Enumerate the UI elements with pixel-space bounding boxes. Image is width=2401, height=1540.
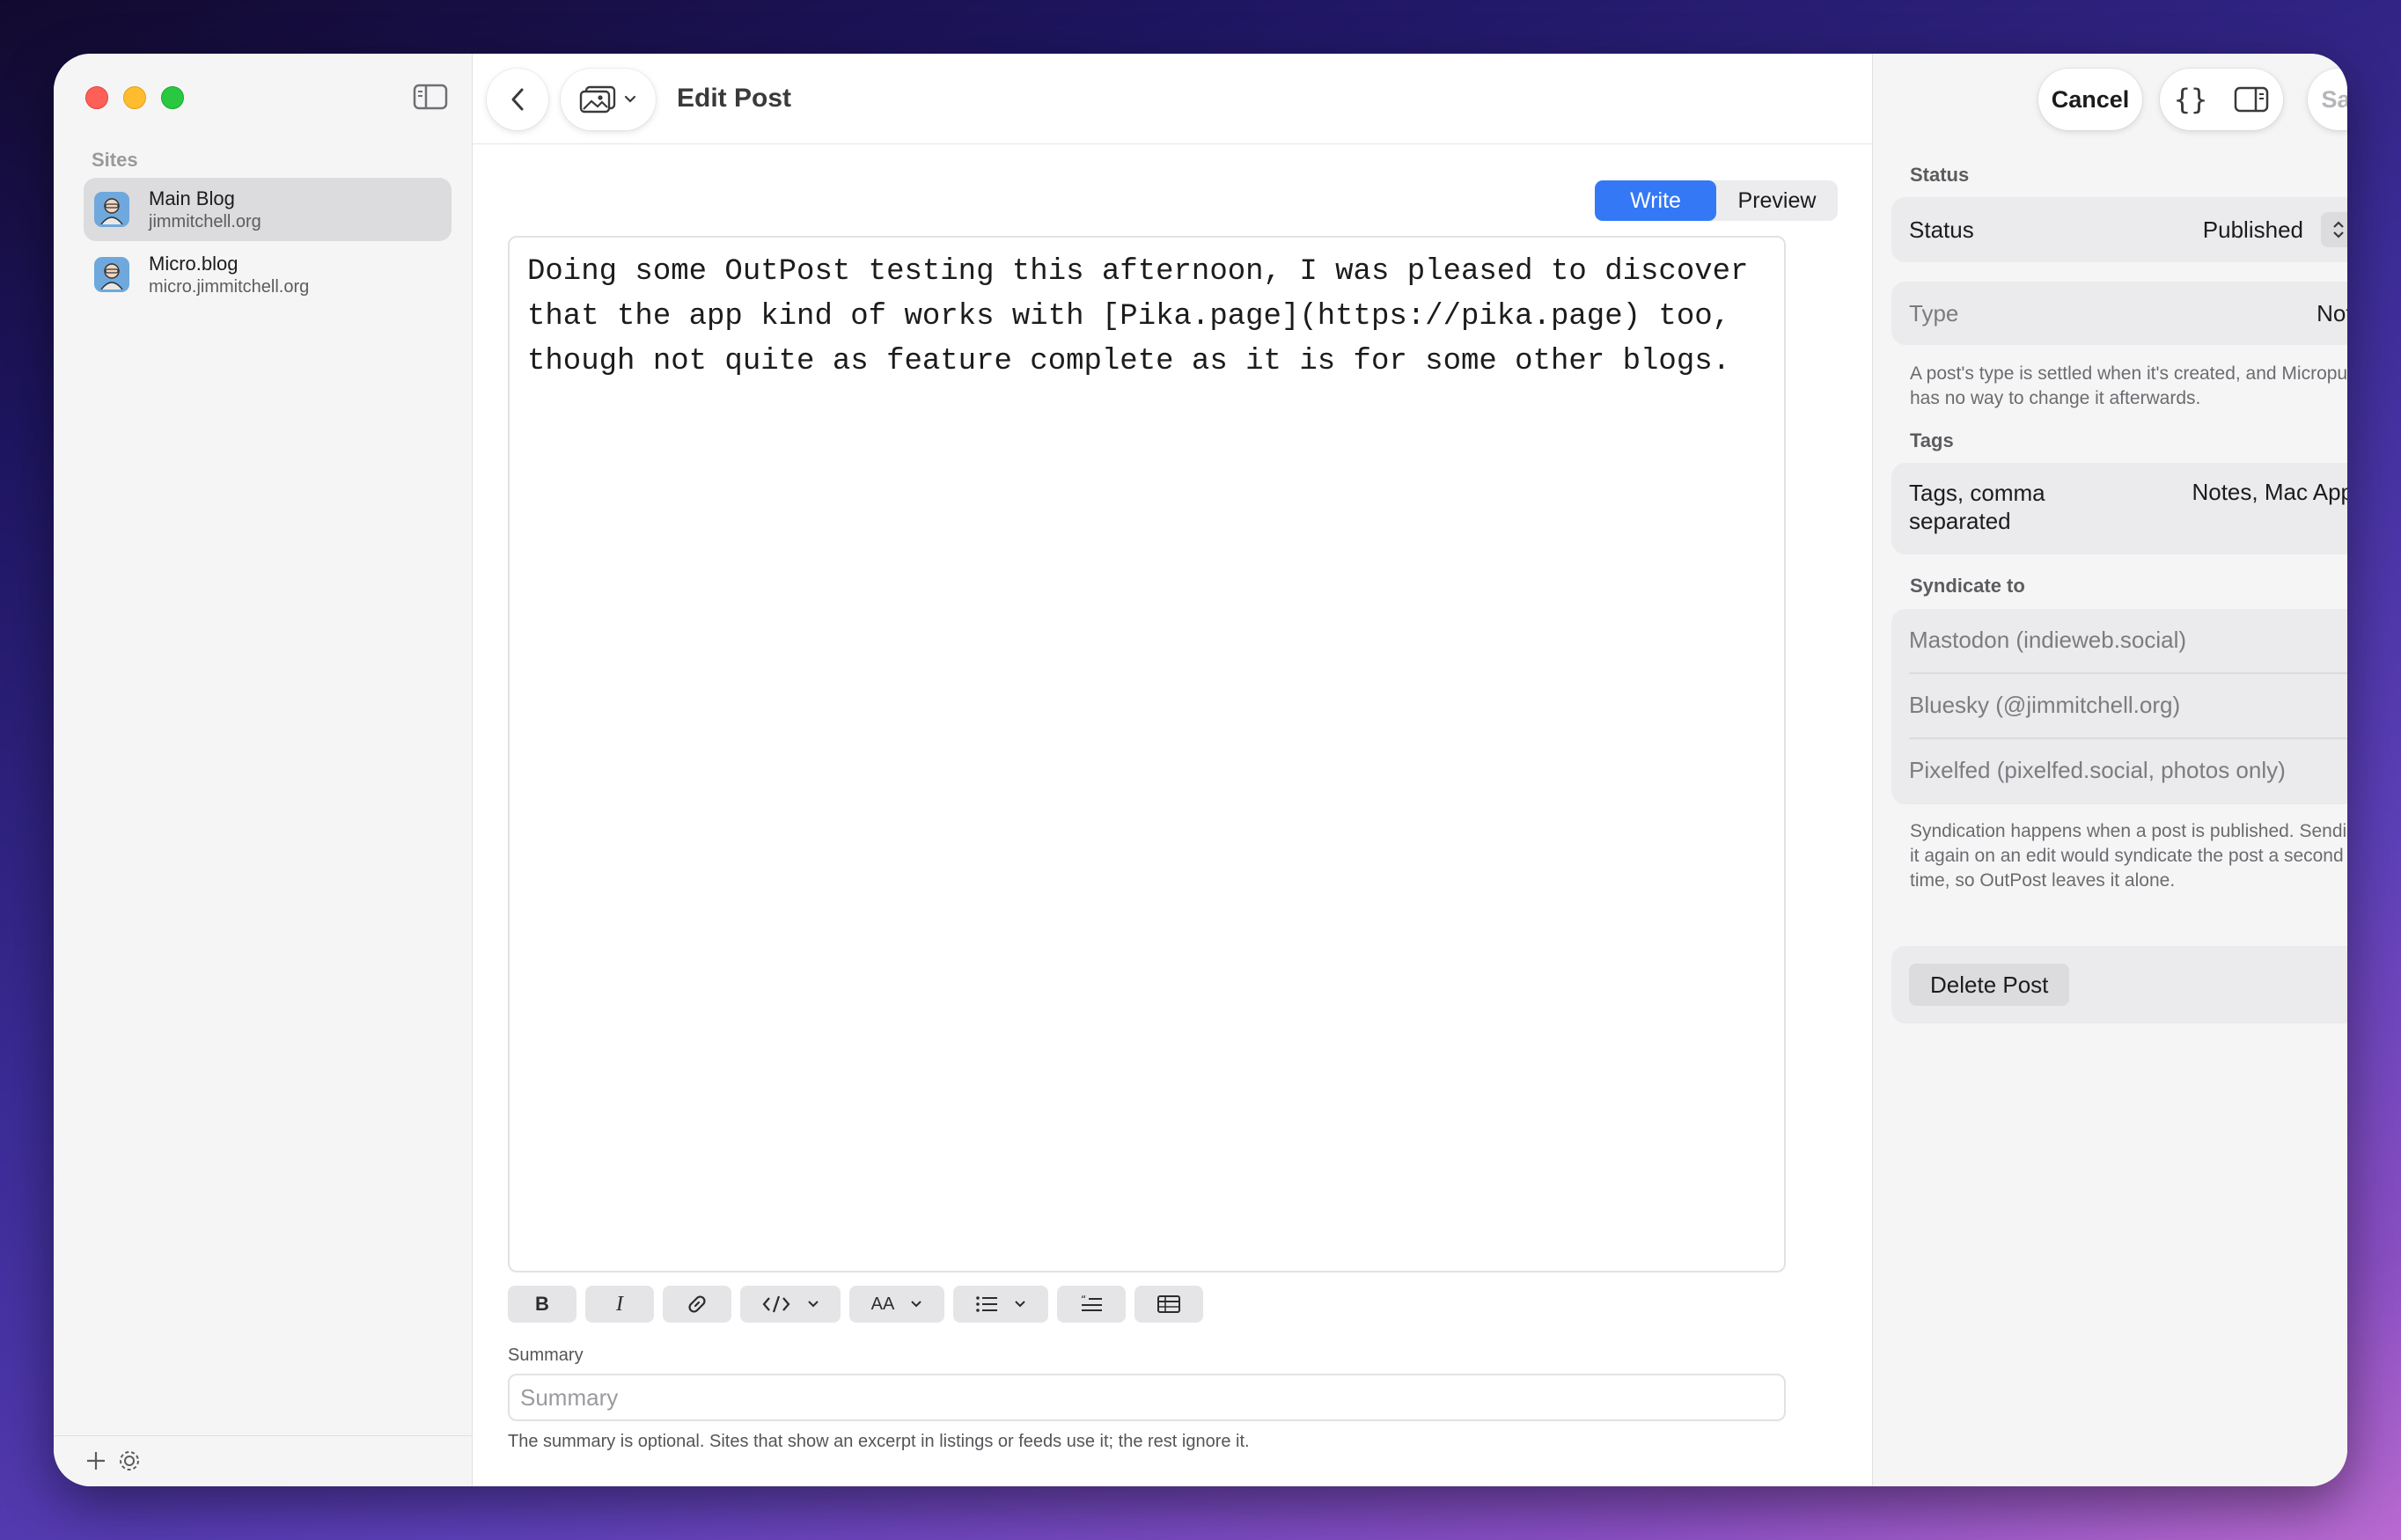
format-bar: B I AA “ <box>508 1286 1203 1323</box>
list-menu-button[interactable] <box>953 1286 1048 1323</box>
link-icon <box>688 1295 706 1313</box>
site-url: micro.jimmitchell.org <box>149 276 310 297</box>
minimize-window-button[interactable] <box>123 86 146 109</box>
up-down-chevron-icon[interactable] <box>2321 212 2347 247</box>
chevron-down-icon <box>1015 1301 1025 1308</box>
blockquote-icon: “ <box>1081 1294 1102 1311</box>
close-window-button[interactable] <box>85 86 108 109</box>
gear-icon[interactable] <box>117 1448 142 1473</box>
sidebar-toggle-icon[interactable] <box>413 83 448 111</box>
list-icon <box>976 1296 997 1312</box>
code-icon <box>762 1295 790 1313</box>
delete-post-button[interactable]: Delete Post <box>1909 964 2070 1006</box>
divider <box>1909 672 2347 674</box>
photo-library-icon <box>579 85 616 114</box>
summary-input[interactable] <box>508 1374 1786 1421</box>
status-label: Status <box>1909 216 1974 243</box>
tags-row[interactable]: Tags, comma separated Notes, Mac Apps <box>1891 463 2347 554</box>
code-menu-button[interactable] <box>740 1286 841 1323</box>
type-row: Type Note <box>1891 282 2347 345</box>
tags-value[interactable]: Notes, Mac Apps <box>2192 479 2347 506</box>
syndicate-target-mastodon[interactable]: Mastodon (indieweb.social) <box>1909 627 2186 654</box>
sidebar-section-title: Sites <box>92 149 138 171</box>
italic-button[interactable]: I <box>585 1286 654 1323</box>
sidebar-item-micro-blog[interactable]: Micro.blog micro.jimmitchell.org <box>84 243 452 306</box>
blockquote-button[interactable]: “ <box>1057 1286 1126 1323</box>
sidebar-footer <box>54 1435 472 1486</box>
delete-section: Delete Post <box>1891 946 2347 1023</box>
chevron-down-icon <box>808 1301 819 1308</box>
tab-write[interactable]: Write <box>1595 180 1716 221</box>
divider <box>1909 737 2347 739</box>
tags-label-line-1: Tags, comma <box>1909 480 2045 506</box>
table-icon <box>1157 1295 1180 1313</box>
status-row[interactable]: Status Published <box>1891 197 2347 262</box>
inspector-toggle-icon[interactable] <box>2234 85 2269 114</box>
media-menu-button[interactable] <box>561 69 656 130</box>
table-button[interactable] <box>1134 1286 1203 1323</box>
svg-text:“: “ <box>1081 1294 1086 1306</box>
post-body-editor[interactable]: Doing some OutPost testing this afternoo… <box>508 236 1786 1272</box>
bold-button[interactable]: B <box>508 1286 576 1323</box>
tab-preview[interactable]: Preview <box>1716 180 1838 221</box>
chevron-down-icon <box>911 1301 922 1308</box>
text-size-menu-button[interactable]: AA <box>849 1286 944 1323</box>
editor-toolbar: Edit Post <box>473 54 1872 144</box>
link-button[interactable] <box>663 1286 731 1323</box>
avatar <box>94 192 129 227</box>
type-label: Type <box>1909 300 1959 326</box>
tags-label-line-2: separated <box>1909 508 2011 534</box>
page-title: Edit Post <box>677 84 792 113</box>
braces-icon[interactable]: {} <box>2174 83 2208 116</box>
syndicate-target-pixelfed[interactable]: Pixelfed (pixelfed.social, photos only) <box>1909 757 2286 784</box>
syndicate-list: Mastodon (indieweb.social) Bluesky (@jim… <box>1891 609 2347 804</box>
status-section-title: Status <box>1910 164 1970 186</box>
inspector-pane: Cancel {} Save Status Status Published T… <box>1872 54 2347 1486</box>
tags-section-title: Tags <box>1910 429 1954 451</box>
cancel-button[interactable]: Cancel <box>2038 69 2142 130</box>
type-help-text: A post's type is settled when it's creat… <box>1910 363 2347 408</box>
zoom-window-button[interactable] <box>161 86 184 109</box>
summary-label: Summary <box>508 1346 584 1365</box>
status-value: Published <box>2202 216 2303 243</box>
sidebar: Sites Main Blog jimmitchell.org Micro.bl… <box>54 54 473 1486</box>
window-controls <box>85 86 184 109</box>
syndicate-help-text: Syndication happens when a post is publi… <box>1910 821 2347 891</box>
add-icon[interactable] <box>84 1448 108 1473</box>
site-name: Micro.blog <box>149 252 239 275</box>
sidebar-item-main-blog[interactable]: Main Blog jimmitchell.org <box>84 178 452 241</box>
syndicate-section-title: Syndicate to <box>1910 575 2025 597</box>
type-value: Note <box>2317 300 2347 326</box>
summary-help-text: The summary is optional. Sites that show… <box>508 1432 1250 1451</box>
site-name: Main Blog <box>149 187 235 209</box>
tags-label: Tags, comma separated <box>1909 479 2045 535</box>
syndicate-target-bluesky[interactable]: Bluesky (@jimmitchell.org) <box>1909 692 2180 719</box>
site-url: jimmitchell.org <box>149 211 261 231</box>
text-size-label: AA <box>870 1294 895 1314</box>
chevron-down-icon <box>624 95 636 103</box>
avatar <box>94 257 129 292</box>
back-button[interactable] <box>487 69 548 130</box>
app-window: Sites Main Blog jimmitchell.org Micro.bl… <box>54 54 2347 1486</box>
chevron-left-icon <box>511 88 524 111</box>
view-options-group: {} <box>2160 69 2283 130</box>
editor-pane: Edit Post Write Preview Doing some OutPo… <box>473 54 1872 1486</box>
save-button[interactable]: Save <box>2308 69 2347 130</box>
write-preview-toggle: Write Preview <box>1595 180 1838 221</box>
